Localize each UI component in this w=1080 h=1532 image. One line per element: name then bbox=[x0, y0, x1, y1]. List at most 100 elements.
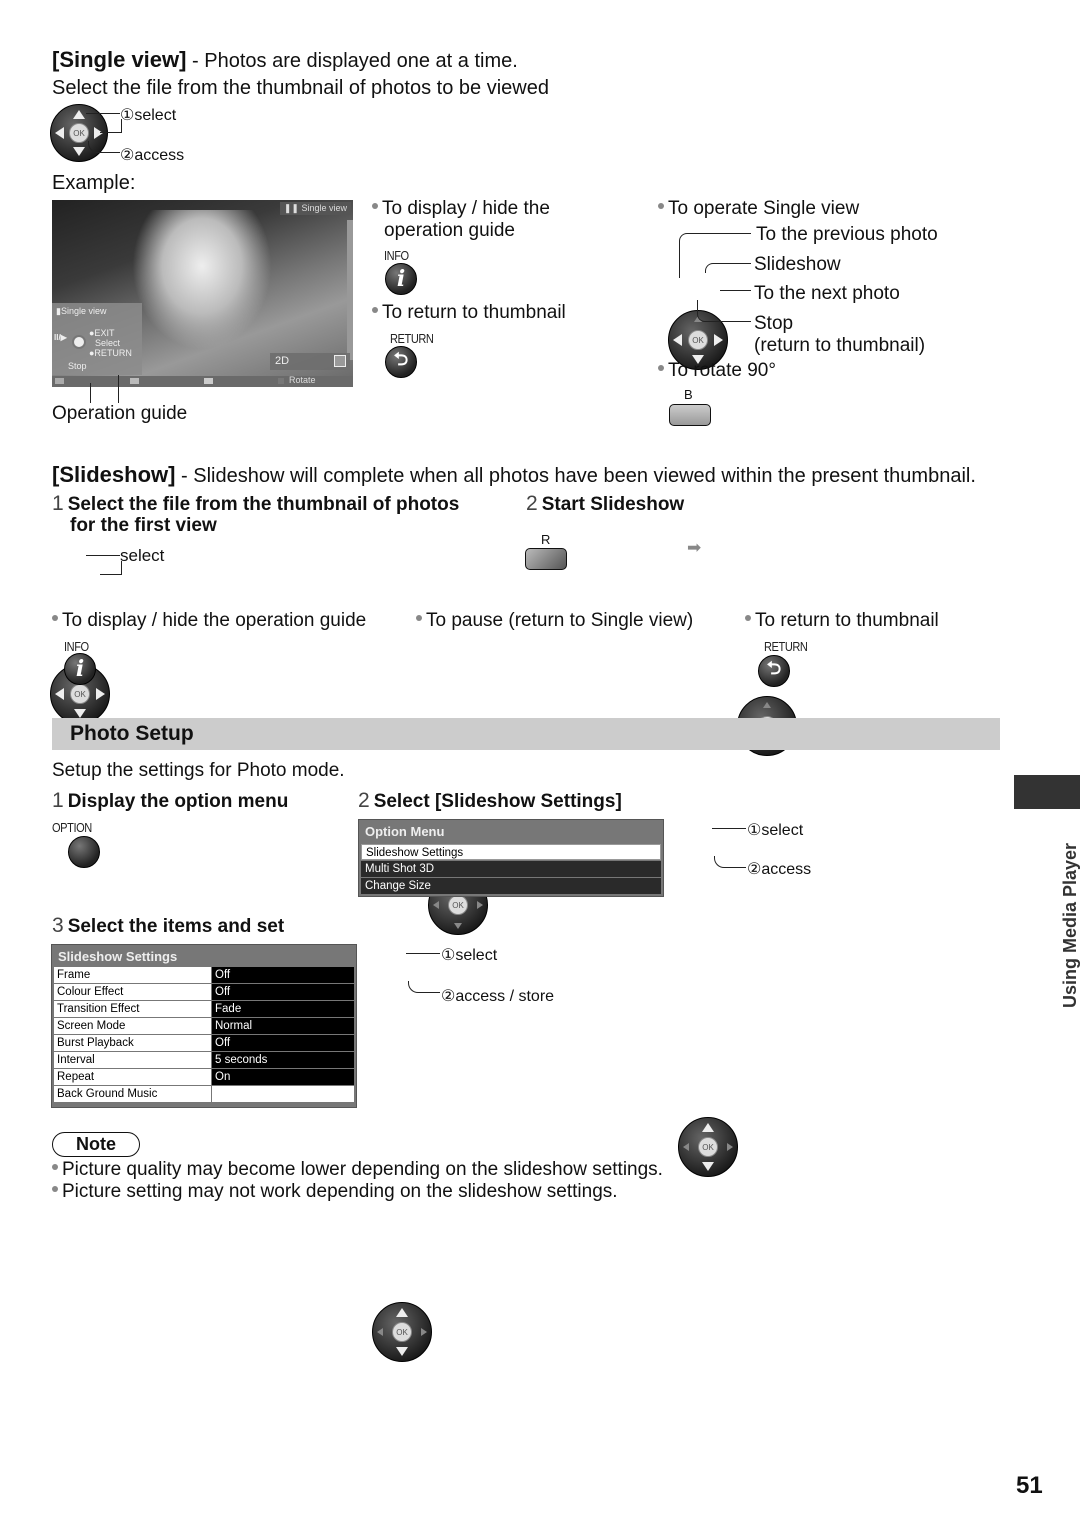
slideshow-step1-line2: for the first view bbox=[70, 515, 217, 536]
down-arrow-icon bbox=[702, 1162, 714, 1171]
info-key-label: INFO bbox=[384, 248, 409, 263]
step3-access-label: ②access / store bbox=[441, 988, 555, 1005]
settings-row-value: Off bbox=[212, 1035, 354, 1051]
guide-exit: ●EXIT bbox=[89, 328, 115, 338]
left-arrow-icon bbox=[433, 901, 439, 909]
red-button-icon bbox=[525, 548, 567, 570]
screen-edge bbox=[347, 220, 353, 360]
settings-row[interactable]: Frame Off bbox=[54, 967, 354, 984]
single-view-title: [Single view] bbox=[52, 47, 187, 72]
guide-title: ▮Single view bbox=[56, 306, 107, 316]
photo-subject bbox=[132, 210, 272, 350]
blue-button-icon bbox=[669, 404, 711, 426]
settings-row-key: Interval bbox=[54, 1052, 212, 1068]
up-arrow-icon bbox=[73, 110, 85, 119]
setup-step3: 3 Select the items and set bbox=[52, 914, 285, 937]
next-photo-label: To the next photo bbox=[754, 283, 900, 304]
ok-button-icon: OK bbox=[698, 1137, 718, 1157]
pause-icon: ❚❚ bbox=[283, 203, 302, 213]
settings-row-value: Fade bbox=[212, 1001, 354, 1017]
up-arrow-icon bbox=[763, 702, 771, 708]
return-key-label: RETURN bbox=[390, 331, 434, 346]
option-menu-item[interactable]: Multi Shot 3D bbox=[361, 861, 661, 877]
option-menu: Option Menu Slideshow Settings Multi Sho… bbox=[358, 819, 664, 897]
ok-button-icon: OK bbox=[392, 1322, 412, 1342]
settings-row-key: Burst Playback bbox=[54, 1035, 212, 1051]
rotate-label: To rotate 90° bbox=[658, 359, 776, 382]
callout-line bbox=[86, 555, 120, 556]
settings-row-key: Frame bbox=[54, 967, 212, 983]
settings-row[interactable]: Colour Effect Off bbox=[54, 984, 354, 1001]
callout-line bbox=[406, 953, 440, 954]
slideshow-title-suffix: - Slideshow will complete when all photo… bbox=[175, 465, 976, 487]
color-key-bar: Rotate bbox=[52, 375, 353, 387]
settings-row[interactable]: Screen Mode Normal bbox=[54, 1018, 354, 1035]
settings-row[interactable]: Transition Effect Fade bbox=[54, 1001, 354, 1018]
red-key-icon bbox=[55, 378, 64, 384]
down-arrow-icon bbox=[454, 923, 462, 929]
return-to-thumbnail: To return to thumbnail bbox=[372, 301, 566, 324]
photo-setup-intro: Setup the settings for Photo mode. bbox=[52, 760, 345, 781]
settings-row[interactable]: Repeat On bbox=[54, 1069, 354, 1086]
photo-setup-title: Photo Setup bbox=[70, 722, 194, 745]
blue-key-icon bbox=[278, 378, 284, 384]
slideshow-settings-menu: Slideshow Settings Frame Off Colour Effect… bbox=[51, 944, 357, 1108]
settings-rows: Frame Off Colour Effect Off Transition Effec… bbox=[52, 967, 356, 1103]
callout-line bbox=[720, 290, 751, 291]
up-arrow-icon bbox=[396, 1308, 408, 1317]
settings-row[interactable]: Back Ground Music bbox=[54, 1086, 354, 1103]
settings-row-value: Off bbox=[212, 984, 354, 1000]
tip-return-key-label: RETURN bbox=[764, 639, 808, 654]
settings-row-value bbox=[212, 1086, 354, 1102]
slideshow-step1: 1 Select the file from the thumbnail of p… bbox=[52, 492, 460, 515]
example-screen: ❚❚ Single view ▮Single view II/▶ ●EXIT S… bbox=[52, 200, 353, 387]
guide-stop: Stop bbox=[68, 361, 87, 371]
operate-title: To operate Single view bbox=[658, 197, 859, 220]
single-view-heading: [Single view] - Photos are displayed one… bbox=[52, 47, 518, 73]
tip-info-key-label: INFO bbox=[64, 639, 89, 654]
single-view-instruction: Select the file from the thumbnail of ph… bbox=[52, 77, 549, 99]
settings-row-key: Colour Effect bbox=[54, 984, 212, 1000]
callout-line bbox=[712, 828, 746, 829]
guide-dpad-icon bbox=[72, 335, 86, 349]
left-arrow-icon bbox=[377, 1328, 383, 1336]
settings-row[interactable]: Burst Playback Off bbox=[54, 1035, 354, 1052]
next-arrow-icon: ➡ bbox=[687, 538, 702, 557]
stop-sub-label: (return to thumbnail) bbox=[754, 335, 926, 356]
page-number: 51 bbox=[1016, 1472, 1043, 1499]
option-menu-title: Option Menu bbox=[365, 824, 445, 839]
b-key-label: B bbox=[684, 387, 693, 402]
guide-return: ●RETURN bbox=[89, 348, 132, 358]
side-tab-marker bbox=[1014, 775, 1080, 809]
return-button-icon: ⮌ bbox=[758, 655, 790, 687]
settings-row-key: Transition Effect bbox=[54, 1001, 212, 1017]
display-hide-line1: To display / hide the bbox=[372, 197, 550, 220]
settings-row[interactable]: Interval 5 seconds bbox=[54, 1052, 354, 1069]
option-menu-item[interactable]: Slideshow Settings bbox=[361, 844, 661, 860]
up-arrow-icon bbox=[702, 1123, 714, 1132]
callout-line bbox=[90, 383, 91, 403]
callout-line bbox=[705, 263, 751, 273]
mode-badge: 2D bbox=[275, 355, 290, 367]
prev-photo-label: To the previous photo bbox=[756, 224, 938, 245]
callout-line bbox=[100, 119, 122, 133]
option-menu-item[interactable]: Change Size bbox=[361, 878, 661, 894]
photo-setup-header: Photo Setup bbox=[52, 718, 1000, 750]
info-button-icon: i bbox=[385, 263, 417, 295]
single-view-title-suffix: - Photos are displayed one at a time. bbox=[186, 50, 518, 72]
dpad-icon: OK bbox=[678, 1117, 738, 1177]
down-arrow-icon bbox=[74, 709, 86, 718]
guide-play-icon: II/▶ bbox=[54, 333, 67, 342]
callout-line bbox=[100, 561, 122, 575]
slideshow-label: Slideshow bbox=[754, 254, 841, 275]
rotate-label: Rotate bbox=[289, 375, 316, 385]
option-button-icon bbox=[68, 836, 100, 868]
ok-button-icon: OK bbox=[448, 895, 468, 915]
callout-line bbox=[714, 856, 746, 868]
square-icon bbox=[334, 355, 346, 367]
tip-display-hide: To display / hide the operation guide bbox=[52, 609, 366, 632]
ok-button-icon: OK bbox=[688, 330, 708, 350]
operation-guide-caption: Operation guide bbox=[52, 403, 188, 424]
left-arrow-icon bbox=[683, 1143, 689, 1151]
display-hide-line2: operation guide bbox=[384, 220, 515, 241]
